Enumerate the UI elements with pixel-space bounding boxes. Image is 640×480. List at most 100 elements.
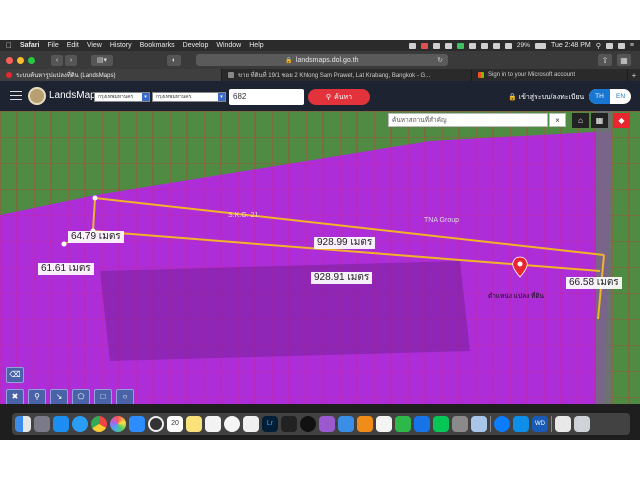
mail-icon[interactable] [338, 416, 354, 432]
keynote-icon[interactable] [414, 416, 430, 432]
measure-tool-icon[interactable]: ✖ [6, 389, 24, 404]
microsoft-icon [478, 72, 484, 78]
time-machine-icon[interactable] [480, 42, 488, 49]
login-label: เข้าสู่ระบบ/ลงทะเบียน [518, 94, 585, 101]
menu-window[interactable]: Window [216, 42, 241, 49]
tab-overview-icon[interactable]: ▦ [617, 54, 631, 66]
forward-button[interactable]: › [65, 54, 77, 66]
privacy-shield-icon[interactable]: ◐ [167, 54, 181, 66]
notes-icon[interactable] [186, 416, 202, 432]
books-icon[interactable] [357, 416, 373, 432]
lightroom-icon[interactable]: Lr [262, 416, 278, 432]
reload-icon[interactable]: ↻ [437, 56, 443, 64]
photos-icon[interactable] [110, 416, 126, 432]
province-select[interactable]: กรุงเทพมหานคร ▾ [94, 92, 150, 102]
menu-file[interactable]: File [47, 42, 58, 49]
battery-icon[interactable] [534, 42, 546, 49]
appstore-icon[interactable] [53, 416, 69, 432]
lang-en-button[interactable]: EN [610, 89, 631, 104]
launchpad-icon[interactable] [34, 416, 50, 432]
tab-microsoft[interactable]: Sign in to your Microsoft account [472, 69, 628, 81]
search-button[interactable]: ⚲ ค้นหา [308, 89, 370, 105]
minimize-window-button[interactable] [17, 56, 24, 64]
podcasts-icon[interactable] [319, 416, 335, 432]
close-window-button[interactable] [6, 56, 13, 64]
bluetooth-icon[interactable] [492, 42, 500, 49]
new-tab-button[interactable]: + [628, 69, 640, 81]
share-icon[interactable]: ⇧ [598, 54, 612, 66]
notification-center-icon[interactable]: ≡ [630, 42, 634, 49]
lang-th-button[interactable]: TH [589, 89, 610, 104]
apple-menu-icon[interactable]:  [6, 41, 12, 50]
calendar-icon[interactable]: 20 [167, 416, 183, 432]
map-view[interactable]: ตำแหน่ง แปลง ที่ดิน S.K.G. 21 TNA Group … [0, 111, 640, 404]
line-status-icon[interactable] [456, 42, 464, 49]
terminal-icon[interactable] [281, 416, 297, 432]
line-icon[interactable] [433, 416, 449, 432]
status-icon[interactable] [444, 42, 452, 49]
layers-grid-icon[interactable]: ▦ [591, 113, 608, 128]
menu-safari[interactable]: Safari [20, 42, 39, 49]
textedit-icon[interactable] [376, 416, 392, 432]
pin-label: ตำแหน่ง แปลง ที่ดิน [488, 293, 544, 300]
address-bar[interactable]: 🔒 landsmaps.dol.go.th ↻ [196, 54, 448, 66]
pages-icon[interactable] [243, 416, 259, 432]
layers-icon[interactable]: ◆ [613, 113, 630, 128]
finder-icon[interactable] [15, 416, 31, 432]
parcel-number-input[interactable]: 682 [229, 89, 304, 105]
status-icon[interactable] [408, 42, 416, 49]
tab-listing[interactable]: ขาย ที่ดินที่ 19/1 ซอย 2 Khlong Sam Praw… [222, 69, 472, 81]
menu-view[interactable]: View [87, 42, 102, 49]
sidebar-toggle-button[interactable]: ▤▾ [91, 54, 113, 66]
measurement-label-top-center: 928.99 เมตร [314, 237, 376, 249]
chrome-icon[interactable] [91, 416, 107, 432]
menu-help[interactable]: Help [249, 42, 263, 49]
control-center-icon[interactable] [617, 42, 625, 49]
circle-tool-icon[interactable]: ○ [116, 389, 134, 404]
menu-edit[interactable]: Edit [67, 42, 79, 49]
spotlight-icon[interactable]: ⚲ [596, 42, 601, 50]
tab-landsmaps[interactable]: ระบบค้นหารูปแปลงที่ดิน (LandsMaps) [0, 69, 222, 81]
numbers-icon[interactable] [395, 416, 411, 432]
place-search-input[interactable]: ค้นหาสถานที่สำคัญ [388, 113, 548, 127]
document-icon[interactable] [555, 416, 571, 432]
clock[interactable]: Tue 2:48 PM [551, 42, 591, 49]
zoom-window-button[interactable] [28, 56, 35, 64]
systemprefs-icon[interactable] [452, 416, 468, 432]
battery-percent: 29% [516, 42, 530, 49]
home-icon[interactable]: ⌂ [572, 113, 589, 128]
language-toggle[interactable]: TH EN [589, 89, 631, 104]
teamviewer-icon[interactable] [513, 416, 529, 432]
brand-name: LandsMaps [49, 90, 101, 101]
menu-bookmarks[interactable]: Bookmarks [140, 42, 175, 49]
status-icon[interactable] [468, 42, 476, 49]
close-search-button[interactable]: × [549, 113, 566, 127]
safari-icon[interactable] [72, 416, 88, 432]
polygon-tool-icon[interactable]: ⬠ [72, 389, 90, 404]
preview-icon[interactable] [471, 416, 487, 432]
trash-icon[interactable] [574, 416, 590, 432]
back-button[interactable]: ‹ [51, 54, 63, 66]
zoom-icon[interactable] [129, 416, 145, 432]
maps-icon[interactable] [148, 416, 164, 432]
menu-icon[interactable] [10, 91, 22, 100]
menu-develop[interactable]: Develop [183, 42, 209, 49]
rectangle-tool-icon[interactable]: □ [94, 389, 112, 404]
menu-history[interactable]: History [110, 42, 132, 49]
status-icon[interactable] [420, 42, 428, 49]
line-tool-icon[interactable]: ↘ [50, 389, 68, 404]
dock-separator [490, 416, 491, 432]
pin-tool-icon[interactable]: ⚲ [28, 389, 46, 404]
user-icon[interactable] [605, 42, 613, 49]
wd-icon[interactable]: WD [532, 416, 548, 432]
login-link[interactable]: 🔒 เข้าสู่ระบบ/ลงทะเบียน [508, 92, 584, 103]
status-icon[interactable] [432, 42, 440, 49]
messenger-icon[interactable] [494, 416, 510, 432]
music-icon[interactable] [224, 416, 240, 432]
measurement-label-bottom-center: 928.91 เมตร [311, 272, 373, 284]
eraser-tool-icon[interactable]: ⌫ [6, 367, 24, 383]
wifi-icon[interactable] [504, 42, 512, 49]
reminders-icon[interactable] [205, 416, 221, 432]
appletv-icon[interactable] [300, 416, 316, 432]
district-select[interactable]: กรุงเทพมหานคร ▾ [152, 92, 226, 102]
